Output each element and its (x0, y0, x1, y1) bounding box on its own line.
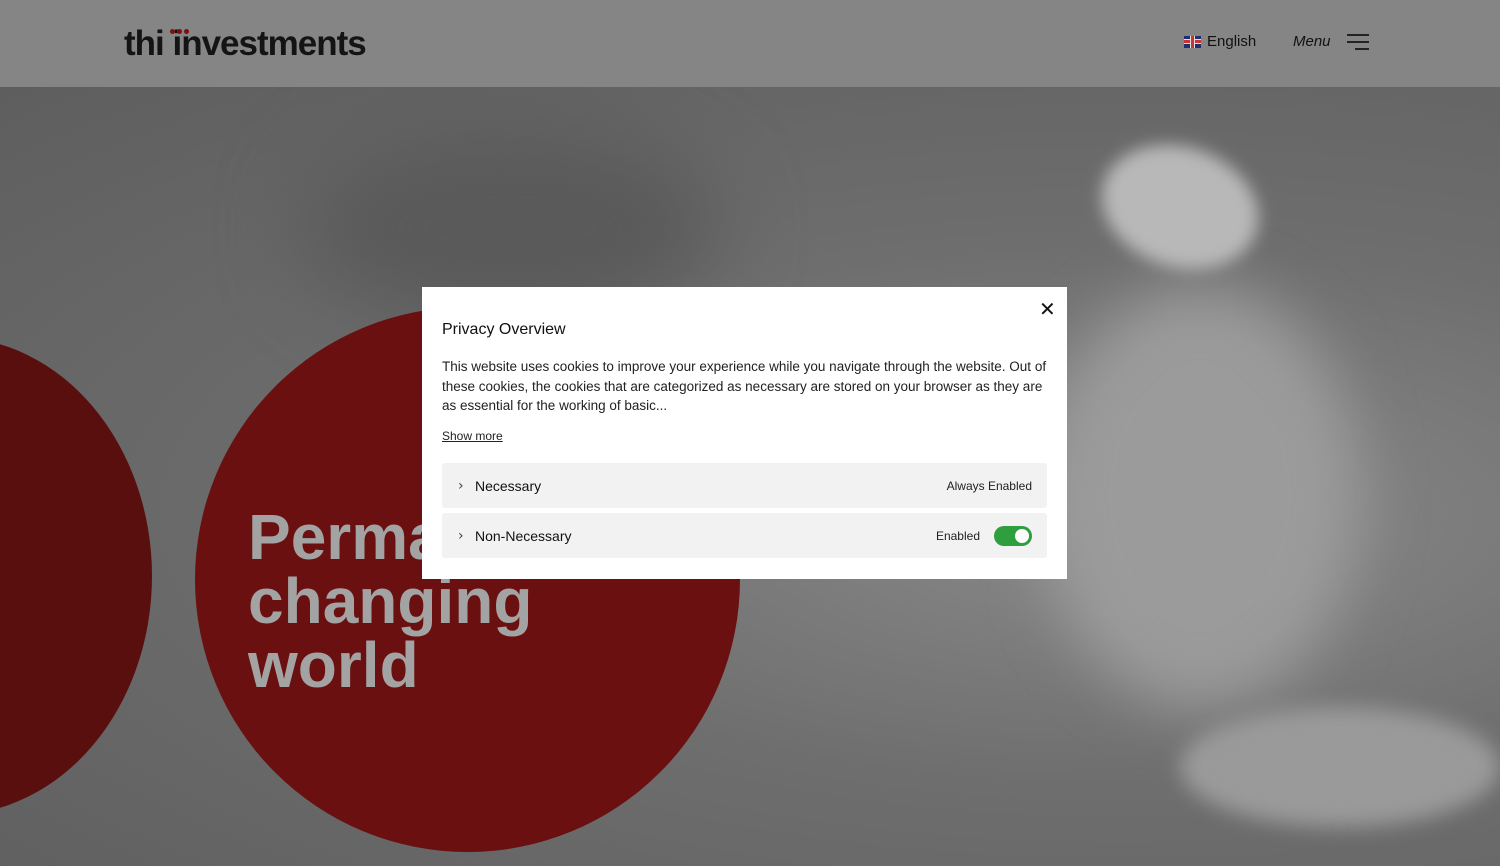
modal-title: Privacy Overview (442, 321, 566, 338)
category-label: Non-Necessary (475, 527, 572, 544)
menu-label: Menu (1293, 33, 1331, 50)
category-status: Always Enabled (946, 478, 1032, 493)
language-selector[interactable]: English (1184, 33, 1256, 50)
chevron-right-icon: › (458, 477, 464, 494)
logo-text: thi investments (124, 24, 367, 63)
menu-button[interactable]: Menu (1293, 33, 1369, 50)
hamburger-icon (1346, 33, 1369, 50)
cookie-category-necessary[interactable]: › Necessary Always Enabled (442, 463, 1047, 508)
hero-background-shape (1085, 125, 1275, 289)
non-necessary-toggle[interactable] (994, 525, 1032, 546)
site-header: thi investments English Menu (0, 0, 1500, 87)
show-more-link[interactable]: Show more (442, 429, 503, 443)
red-circle-left (0, 337, 152, 815)
cookie-category-non-necessary[interactable]: › Non-Necessary Enabled (442, 513, 1047, 558)
privacy-modal: ✕ Privacy Overview This website uses coo… (422, 287, 1067, 579)
hero-background-shape (1180, 707, 1500, 827)
hero-title-line2: world (248, 629, 419, 701)
chevron-right-icon: › (458, 527, 464, 544)
modal-description: This website uses cookies to improve you… (442, 359, 1047, 413)
category-label: Necessary (475, 477, 542, 494)
language-label: English (1207, 33, 1257, 50)
category-status: Enabled (935, 528, 980, 543)
uk-flag-icon (1184, 35, 1201, 48)
close-icon[interactable]: ✕ (1039, 299, 1056, 319)
logo[interactable]: thi investments (124, 24, 367, 64)
logo-dots-icon (170, 29, 189, 34)
